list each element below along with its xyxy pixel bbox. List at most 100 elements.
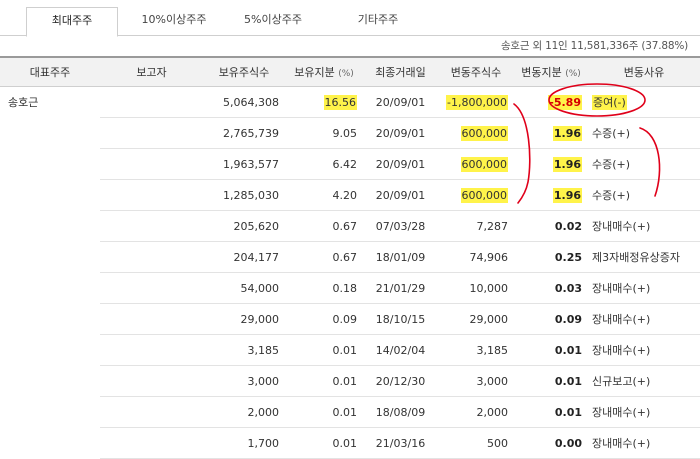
cell-reason-text: 장내매수(+) xyxy=(592,406,651,419)
cell-last-date-text: 18/10/15 xyxy=(375,312,426,326)
cell-change-shares-text: 10,000 xyxy=(469,281,509,295)
cell-reason: 증여(-) xyxy=(588,86,700,118)
cell-reason-text: 증여(-) xyxy=(592,95,627,110)
cell-shares: 2,000 xyxy=(203,396,285,428)
cell-rep xyxy=(0,428,100,459)
col-header-rep: 대표주주 xyxy=(0,56,100,87)
cell-last-date: 18/01/09 xyxy=(363,241,438,273)
cell-last-date-text: 21/03/16 xyxy=(375,436,426,450)
cell-change-shares-text: 500 xyxy=(487,436,508,450)
table-row: 이창영 54,000 0.18 21/01/29 10,000 0.03 장내매수(+) xyxy=(0,272,700,304)
cell-change-shares-text: 7,287 xyxy=(476,219,509,233)
cell-change-stake-text: -5.89 xyxy=(548,94,582,110)
cell-last-date: 20/09/01 xyxy=(363,117,438,149)
cell-reason-text: 제3자배정유상증자 xyxy=(592,251,680,264)
cell-change-shares-text: 29,000 xyxy=(469,312,509,326)
cell-stake: 0.01 xyxy=(285,365,363,397)
cell-last-date-text: 14/02/04 xyxy=(375,343,426,357)
cell-change-shares-text: 600,000 xyxy=(460,156,508,172)
cell-change-shares-text: 74,906 xyxy=(469,250,509,264)
cell-reason: 수증(+) xyxy=(588,179,700,211)
cell-shares: 3,000 xyxy=(203,365,285,397)
cell-stake: 9.05 xyxy=(285,117,363,149)
cell-reason: 장내매수(+) xyxy=(588,396,700,428)
table-row: 송지한 1,963,577 6.42 20/09/01 600,000 1.96 수증(+) xyxy=(0,148,700,180)
col-header-last-date: 최종거래일 xyxy=(363,56,438,87)
cell-stake: 0.67 xyxy=(285,241,363,273)
cell-change-stake-text: 0.01 xyxy=(554,374,582,388)
cell-rep xyxy=(0,366,100,397)
tab-largest-shareholder[interactable]: 최대주주 xyxy=(26,7,118,37)
cell-shares-text: 1,700 xyxy=(247,436,280,450)
cell-change-shares: 10,000 xyxy=(438,272,514,304)
cell-last-date-text: 18/08/09 xyxy=(375,405,426,419)
cell-reporter: 한국기술 xyxy=(100,303,203,335)
cell-shares: 5,064,308 xyxy=(203,86,285,118)
cell-reason: 수증(+) xyxy=(588,148,700,180)
cell-rep xyxy=(0,397,100,428)
shareholder-summary: 송호근 외 11인 11,581,336주 (37.88%) xyxy=(500,40,688,52)
cell-stake: 0.09 xyxy=(285,303,363,335)
cell-change-stake-text: 0.03 xyxy=(554,281,582,295)
cell-change-shares-text: 600,000 xyxy=(460,125,508,141)
cell-shares: 1,963,577 xyxy=(203,148,285,180)
cell-shares-text: 29,000 xyxy=(240,312,280,326)
cell-rep-text: 송호근 xyxy=(8,96,39,110)
col-header-change-stake: 변동지분 (%) xyxy=(514,56,588,87)
cell-last-date-text: 07/03/28 xyxy=(375,219,426,233)
cell-shares: 29,000 xyxy=(203,303,285,335)
cell-change-stake: 0.01 xyxy=(514,365,588,397)
cell-last-date-text: 20/09/01 xyxy=(375,157,426,171)
cell-last-date-text: 20/09/01 xyxy=(375,188,426,202)
cell-stake-text: 0.18 xyxy=(332,281,358,295)
cell-stake: 0.01 xyxy=(285,396,363,428)
tab-5pct-shareholders[interactable]: 5%이상주주 xyxy=(226,7,320,35)
cell-shares-text: 54,000 xyxy=(240,281,280,295)
cell-reason-text: 수증(+) xyxy=(592,189,631,202)
cell-last-date: 20/09/01 xyxy=(363,148,438,180)
col-header-shares: 보유주식수 xyxy=(203,56,285,87)
cell-change-stake: 0.01 xyxy=(514,334,588,366)
table-row: 유윤균 1,700 0.01 21/03/16 500 0.00 장내매수(+) xyxy=(0,427,700,459)
cell-last-date: 20/09/01 xyxy=(363,86,438,118)
cell-rep: 송호근 xyxy=(0,87,100,118)
cell-change-shares-text: 3,185 xyxy=(476,343,509,357)
table-row: 박형하 3,000 0.01 20/12/30 3,000 0.01 신규보고(+) xyxy=(0,365,700,397)
table-row: 윤태섭 2,000 0.01 18/08/09 2,000 0.01 장내매수(+) xyxy=(0,396,700,428)
cell-stake-text: 0.01 xyxy=(332,405,358,419)
cell-reason-text: 장내매수(+) xyxy=(592,344,651,357)
cell-change-shares-text: 2,000 xyxy=(476,405,509,419)
cell-change-shares: 600,000 xyxy=(438,117,514,149)
cell-stake-text: 0.67 xyxy=(332,219,358,233)
cell-stake: 0.67 xyxy=(285,210,363,242)
cell-reason-text: 신규보고(+) xyxy=(592,375,651,388)
cell-reason: 장내매수(+) xyxy=(588,210,700,242)
cell-last-date: 20/12/30 xyxy=(363,365,438,397)
table-row: 송시한 2,765,739 9.05 20/09/01 600,000 1.96 수증(+) xyxy=(0,117,700,149)
cell-change-stake-text: 0.25 xyxy=(554,250,582,264)
cell-change-stake-text: 0.00 xyxy=(554,436,582,450)
tab-10pct-shareholders[interactable]: 10%이상주주 xyxy=(124,7,224,35)
cell-change-shares-text: 3,000 xyxy=(476,374,509,388)
cell-reason-text: 장내매수(+) xyxy=(592,282,651,295)
tab-other-shareholders[interactable]: 기타주주 xyxy=(332,7,424,35)
cell-last-date: 20/09/01 xyxy=(363,179,438,211)
cell-shares: 3,185 xyxy=(203,334,285,366)
cell-reporter: 송지한 xyxy=(100,148,203,180)
table-row: 송주리 1,285,030 4.20 20/09/01 600,000 1.96 수증(+) xyxy=(0,179,700,211)
cell-change-stake-text: 0.02 xyxy=(554,219,582,233)
cell-reporter: 이창영 xyxy=(100,272,203,304)
cell-stake: 0.01 xyxy=(285,427,363,459)
cell-shares: 1,285,030 xyxy=(203,179,285,211)
col-header-change-stake-unit: (%) xyxy=(565,69,581,79)
cell-shares-text: 3,000 xyxy=(247,374,280,388)
cell-stake-text: 0.09 xyxy=(332,312,358,326)
cell-reason: 장내매수(+) xyxy=(588,272,700,304)
cell-rep xyxy=(0,118,100,149)
cell-reason: 장내매수(+) xyxy=(588,334,700,366)
cell-reason: 수증(+) xyxy=(588,117,700,149)
cell-stake: 16.56 xyxy=(285,86,363,118)
table-row: 신세기산업 3,185 0.01 14/02/04 3,185 0.01 장내매수(+) xyxy=(0,334,700,366)
cell-reason: 제3자배정유상증자 xyxy=(588,241,700,273)
cell-last-date: 07/03/28 xyxy=(363,210,438,242)
